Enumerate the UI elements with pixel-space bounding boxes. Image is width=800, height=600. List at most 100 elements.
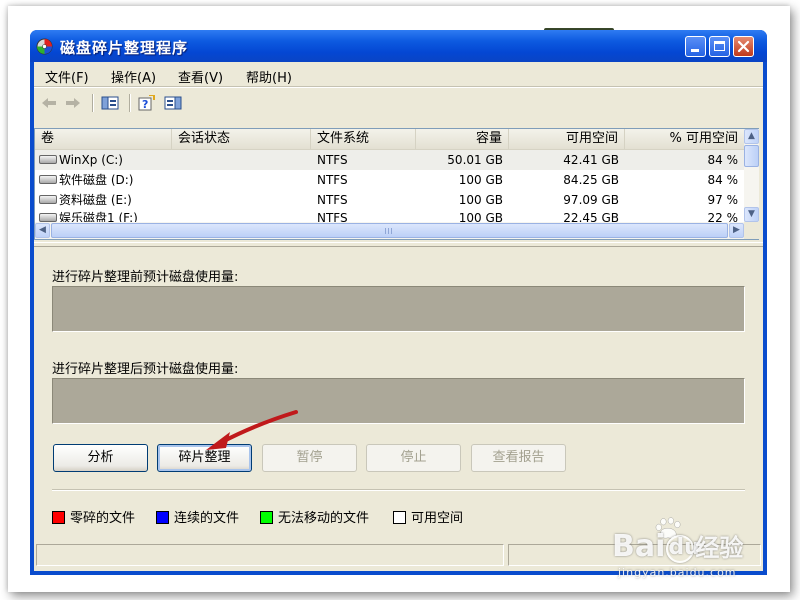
capacity-cell: 100 GB: [458, 173, 503, 187]
free-space-cell: 84.25 GB: [563, 173, 619, 187]
grip-icon: [385, 228, 394, 234]
fragmented-swatch: [52, 511, 65, 524]
maximize-icon: [714, 41, 725, 51]
table-row[interactable]: 软件磁盘 (D:) NTFS 100 GB 84.25 GB 84 %: [35, 170, 744, 190]
menu-file[interactable]: 文件(F): [45, 67, 89, 86]
horizontal-scroll-thumb[interactable]: [51, 223, 728, 238]
close-button[interactable]: [733, 36, 754, 57]
hard-drive-icon: [39, 155, 57, 164]
defrag-app-icon: [36, 38, 53, 55]
column-header-session-status[interactable]: 会话状态: [172, 129, 311, 149]
table-row[interactable]: 资料磁盘 (E:) NTFS 100 GB 97.09 GB 97 %: [35, 190, 744, 210]
menu-action[interactable]: 操作(A): [111, 67, 156, 86]
legend-divider: [52, 489, 745, 491]
percent-free-cell: 84 %: [707, 153, 739, 167]
percent-free-cell: 22 %: [707, 211, 739, 222]
vertical-scroll-thumb[interactable]: [744, 145, 759, 167]
menu-view[interactable]: 查看(V): [178, 67, 223, 86]
free-space-cell: 22.45 GB: [563, 211, 619, 222]
capacity-cell: 50.01 GB: [447, 153, 503, 167]
capacity-cell: 100 GB: [458, 193, 503, 207]
back-arrow-icon[interactable]: [40, 95, 58, 111]
free-space-swatch: [393, 511, 406, 524]
percent-free-cell: 97 %: [707, 193, 739, 207]
after-usage-label: 进行碎片整理后预计磁盘使用量:: [52, 362, 239, 377]
annotation-arrow-icon: [206, 410, 298, 450]
analyze-button[interactable]: 分析: [53, 444, 148, 472]
hard-drive-icon: [39, 195, 57, 204]
scroll-right-button[interactable]: ▶: [729, 223, 744, 238]
column-header-free-space[interactable]: 可用空间: [509, 129, 625, 149]
column-header-capacity[interactable]: 容量: [416, 129, 509, 149]
view-report-button[interactable]: 查看报告: [471, 444, 566, 472]
unmovable-swatch: [260, 511, 273, 524]
list-header: 卷 会话状态 文件系统 容量 可用空间 % 可用空间: [35, 129, 744, 150]
volume-cell: 软件磁盘 (D:): [35, 170, 172, 190]
volume-cell: 娱乐磁盘1 (F:): [35, 210, 172, 222]
free-space-cell: 42.41 GB: [563, 153, 619, 167]
watermark-url: jingyan.baidu.com: [618, 566, 737, 579]
table-row[interactable]: 娱乐磁盘1 (F:) NTFS 100 GB 22.45 GB 22 %: [35, 210, 744, 222]
volume-cell: WinXp (C:): [35, 150, 172, 170]
contiguous-swatch: [156, 511, 169, 524]
pane-splitter[interactable]: [34, 242, 763, 247]
file-system-cell: NTFS: [317, 211, 348, 222]
maximize-button[interactable]: [709, 36, 730, 57]
legend-label: 零碎的文件: [70, 511, 136, 526]
hard-drive-icon: [39, 175, 57, 184]
toolbar-separator: [129, 94, 131, 112]
scrollbar-corner: [744, 222, 759, 239]
chevron-down-icon: ▼: [748, 209, 755, 219]
column-header-percent-free[interactable]: % 可用空间: [625, 129, 744, 149]
console-tree-icon[interactable]: [101, 95, 119, 111]
free-space-cell: 97.09 GB: [563, 193, 619, 207]
volume-list[interactable]: 卷 会话状态 文件系统 容量 可用空间 % 可用空间 WinXp (C:) NT…: [34, 128, 759, 240]
chevron-right-icon: ▶: [733, 225, 740, 235]
column-header-volume[interactable]: 卷: [35, 129, 172, 149]
volume-name: 软件磁盘 (D:): [59, 173, 134, 187]
watermark-brand: Bai du经验: [612, 528, 743, 564]
close-icon: [737, 40, 750, 53]
help-icon[interactable]: ?: [138, 95, 156, 111]
vertical-scrollbar[interactable]: ▲ ▼: [744, 129, 759, 222]
horizontal-scrollbar[interactable]: ◀ ▶: [35, 222, 744, 239]
after-usage-bar: [52, 378, 745, 424]
volume-name: 资料磁盘 (E:): [59, 193, 132, 207]
before-usage-label: 进行碎片整理前预计磁盘使用量:: [52, 270, 239, 285]
scroll-left-button[interactable]: ◀: [35, 223, 50, 238]
chevron-left-icon: ◀: [39, 225, 46, 235]
file-system-cell: NTFS: [317, 193, 348, 207]
legend-label: 无法移动的文件: [278, 511, 370, 526]
scroll-down-button[interactable]: ▼: [744, 207, 759, 222]
status-cell: [172, 190, 311, 210]
scroll-up-button[interactable]: ▲: [744, 129, 759, 144]
chevron-up-icon: ▲: [748, 131, 755, 141]
file-system-cell: NTFS: [317, 173, 348, 187]
menu-help[interactable]: 帮助(H): [246, 67, 292, 86]
legend-unmovable: 无法移动的文件: [260, 507, 369, 526]
forward-arrow-icon[interactable]: [64, 95, 82, 111]
table-row[interactable]: WinXp (C:) NTFS 50.01 GB 42.41 GB 84 %: [35, 150, 744, 170]
status-cell: [172, 170, 311, 190]
toolbar-separator: [92, 94, 94, 112]
menu-bar: 文件(F) 操作(A) 查看(V) 帮助(H): [34, 62, 763, 86]
stop-button[interactable]: 停止: [366, 444, 461, 472]
toolbar: ?: [34, 88, 763, 118]
status-cell: [172, 210, 311, 222]
file-system-cell: NTFS: [317, 153, 348, 167]
title-bar[interactable]: 磁盘碎片整理程序: [30, 30, 767, 62]
svg-text:?: ?: [142, 98, 148, 111]
status-cell: [172, 150, 311, 170]
volume-name: WinXp (C:): [59, 153, 123, 167]
before-usage-bar: [52, 286, 745, 332]
watermark-du-badge: du: [666, 535, 700, 563]
percent-free-cell: 84 %: [707, 173, 739, 187]
legend-free-space: 可用空间: [393, 507, 463, 526]
column-header-file-system[interactable]: 文件系统: [311, 129, 416, 149]
properties-icon[interactable]: [164, 95, 182, 111]
legend-label: 可用空间: [411, 511, 464, 526]
volume-cell: 资料磁盘 (E:): [35, 190, 172, 210]
hard-drive-icon: [39, 213, 57, 222]
legend-label: 连续的文件: [174, 511, 240, 526]
minimize-button[interactable]: [685, 36, 706, 57]
